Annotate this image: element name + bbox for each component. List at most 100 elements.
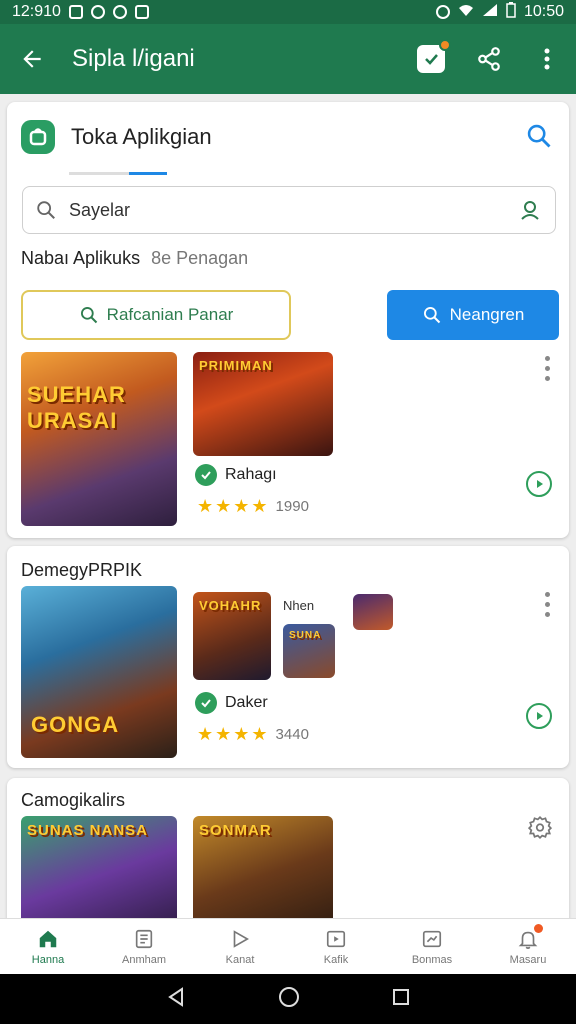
nav-list-label: Anmham <box>121 953 167 966</box>
verified-icon <box>195 464 217 486</box>
arrow-left-icon <box>23 50 41 68</box>
tab-indicator-active <box>129 172 167 175</box>
nav-trending-label: Bonmas <box>411 953 453 966</box>
status-right: 10:50 <box>435 1 564 23</box>
chrome-icon <box>112 5 127 19</box>
nav-video[interactable]: Kafik <box>288 919 384 974</box>
section-header: Nabaı Aplikuks 8e Penagan <box>21 248 248 269</box>
status-time-right: 10:50 <box>523 3 564 20</box>
system-home-button[interactable] <box>277 985 301 1014</box>
system-recents-button[interactable] <box>391 987 411 1012</box>
nav-list[interactable]: Anmham <box>96 919 192 974</box>
bottom-navigation: Hanna Anmham Kanat Kafik Bonmas Masaru <box>0 918 576 974</box>
store-header: Toka Aplikgian <box>21 120 212 154</box>
notification-dot <box>439 39 451 51</box>
search-filter-button[interactable]: Rafcanian Panar <box>21 290 291 340</box>
open-app-button[interactable] <box>526 703 552 729</box>
app-cover-title: SUEHAR URASAI <box>27 382 126 433</box>
list-icon <box>135 929 153 948</box>
nav-notifications-label: Masaru <box>509 953 547 966</box>
app-notif-icon <box>134 5 149 19</box>
store-search-button[interactable] <box>525 122 553 155</box>
category-title: DemegyPRPIK <box>21 560 143 580</box>
category-more-button[interactable] <box>535 592 559 617</box>
trending-icon <box>422 930 442 947</box>
settings-button[interactable] <box>527 814 553 845</box>
category-app-meta: Daker <box>195 692 268 714</box>
star-rating-icon: ★★★★ <box>197 724 270 744</box>
section-title: Nabaı Aplikuks <box>21 248 141 268</box>
app-badge-icon <box>417 39 451 73</box>
play-icon <box>233 929 249 948</box>
rating-count: 1990 <box>275 498 309 515</box>
nav-trending[interactable]: Bonmas <box>384 919 480 974</box>
store-logo-icon <box>21 120 55 154</box>
search-placeholder: Sayelar <box>69 199 131 220</box>
recents-square-icon <box>393 988 409 1005</box>
video-icon <box>326 930 346 947</box>
status-time-left: 12:910 <box>12 3 61 20</box>
nav-notifications[interactable]: Masaru <box>480 919 576 974</box>
app-name: Rahagı <box>225 466 277 483</box>
nav-home-label: Hanna <box>31 953 65 966</box>
wifi-icon <box>458 3 474 22</box>
nav-home[interactable]: Hanna <box>0 919 96 974</box>
app-bar-title: Sipla l/igani <box>72 45 195 72</box>
app-more-button[interactable] <box>535 356 559 381</box>
search-icon <box>80 307 97 324</box>
category-thumb2-title: SUNA <box>289 630 322 641</box>
home-icon <box>39 930 57 947</box>
category-cover-image[interactable]: SUNAS NANSA <box>21 816 177 928</box>
share-icon <box>478 47 500 71</box>
nav-play[interactable]: Kanat <box>192 919 288 974</box>
user-icon <box>521 201 539 220</box>
more-options-button[interactable] <box>518 24 576 94</box>
battery-icon <box>506 1 516 23</box>
play-arrow-icon <box>537 712 543 720</box>
share-button[interactable] <box>460 24 518 94</box>
nav-play-label: Kanat <box>225 953 255 966</box>
search-icon <box>37 201 55 219</box>
category-app-name: Daker <box>225 694 268 711</box>
search-icon <box>527 124 551 148</box>
home-circle-icon <box>279 986 299 1007</box>
category-small-label: Nhen <box>283 598 315 613</box>
notification-dot <box>534 923 543 933</box>
nav-video-label: Kafik <box>323 953 349 966</box>
search-input[interactable]: Sayelar <box>22 186 556 234</box>
status-bar: 12:910 10:50 <box>0 0 576 24</box>
rating-count: 3440 <box>275 726 309 743</box>
search-filter-label: Rafcanian Panar <box>106 305 234 324</box>
back-triangle-icon <box>168 986 183 1007</box>
category-card-1: DemegyPRPIK GONGA VOHAHR SUNA Nhen Daker… <box>7 546 569 768</box>
app-meta: Rahagı <box>195 464 277 486</box>
category-cover-image[interactable]: GONGA <box>21 586 177 758</box>
app-thumb-title: PRIMIMAN <box>199 358 273 373</box>
system-navigation <box>0 974 576 1024</box>
search-primary-button[interactable]: Neangren <box>387 290 559 340</box>
category-thumb-image[interactable]: SONMAR <box>193 816 333 928</box>
status-left: 12:910 <box>12 3 149 21</box>
app-bar: Sipla l/igani <box>0 24 576 94</box>
notification-icon <box>517 923 543 950</box>
back-button[interactable] <box>0 24 64 94</box>
category-thumb-image[interactable]: VOHAHR <box>193 592 271 680</box>
category-app-rating: ★★★★ 3440 <box>197 724 309 745</box>
category-mini-image[interactable] <box>353 594 393 630</box>
app-notif-button[interactable] <box>402 24 460 94</box>
tab-indicator-track <box>69 172 129 175</box>
app-cover-image[interactable]: SUEHAR URASAI <box>21 352 177 526</box>
gear-icon <box>527 816 553 840</box>
app-thumb-image[interactable]: PRIMIMAN <box>193 352 333 456</box>
category-cover-title: SUNAS NANSA <box>27 822 149 839</box>
section-subtitle: 8e Penagan <box>151 248 249 268</box>
play-arrow-icon <box>537 480 543 488</box>
store-card: Toka Aplikgian Sayelar Nabaı Aplikuks 8e… <box>7 102 569 538</box>
star-rating-icon: ★★★★ <box>197 496 270 516</box>
category-thumb2-image[interactable]: SUNA <box>283 624 335 678</box>
image-notif-icon <box>68 5 83 19</box>
signal-icon <box>482 3 498 22</box>
app-rating: ★★★★ 1990 <box>197 496 309 517</box>
system-back-button[interactable] <box>165 986 187 1013</box>
open-app-button[interactable] <box>526 471 552 497</box>
